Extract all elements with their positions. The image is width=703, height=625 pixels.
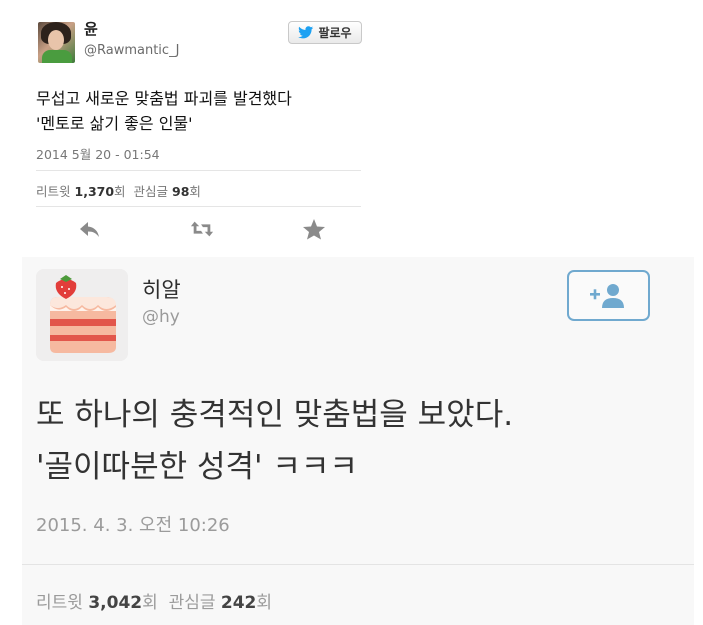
avatar[interactable] [36,269,128,361]
add-user-icon [589,283,624,308]
reply-icon[interactable] [78,218,102,240]
display-name[interactable]: 히알 [142,274,181,304]
tweet-card-top: 윤 @Rawmantic_J 팔로우 무섭고 새로운 맞춤법 파괴를 발견했다 … [24,0,369,256]
tweet-text: 또 하나의 충격적인 맞춤법을 보았다. '골이따분한 성격' ㅋㅋㅋ [36,389,513,493]
divider [36,206,361,207]
favorite-unit: 회 [256,593,273,613]
retweet-unit: 회 [142,593,158,613]
user-handle[interactable]: @Rawmantic_J [84,43,179,58]
retweet-label: 리트윗 [36,593,83,613]
tweet-stats: 리트윗 1,370회 관심글 98회 [36,181,201,200]
tweet-card-bottom: 히알 @hy 또 하나의 충격적인 맞춤법을 보았다. '골이따분한 성격' ㅋ… [22,257,694,625]
retweet-count[interactable]: 1,370 [75,184,115,199]
twitter-bird-icon [298,26,314,39]
divider [36,170,361,171]
tweet-text-line: '골이따분한 성격' ㅋㅋㅋ [36,449,358,485]
tweet-text-line: '멘토로 삶기 좋은 인물' [36,114,193,133]
follow-label: 팔로우 [318,26,352,40]
tweet-text-line: 무섭고 새로운 맞춤법 파괴를 발견했다 [36,89,292,108]
tweet-text-line: 또 하나의 충격적인 맞춤법을 보았다. [36,397,514,433]
tweet-stats: 리트윗 3,042회 관심글 242회 [36,588,272,613]
favorite-count[interactable]: 242 [221,593,257,613]
divider [22,564,694,565]
favorite-label: 관심글 [168,593,216,613]
star-icon[interactable] [302,218,326,240]
tweet-actions [36,214,356,244]
timestamp[interactable]: 2015. 4. 3. 오전 10:26 [36,511,230,537]
follow-button[interactable]: 팔로우 [288,21,362,44]
user-handle[interactable]: @hy [142,307,180,327]
retweet-label: 리트윗 [36,184,71,199]
favorite-count[interactable]: 98 [172,184,189,199]
timestamp[interactable]: 2014 5월 20 - 01:54 [36,144,160,163]
display-name[interactable]: 윤 [84,18,98,39]
cake-icon [36,269,128,361]
tweet-text: 무섭고 새로운 맞춤법 파괴를 발견했다 '멘토로 삶기 좋은 인물' [36,86,292,136]
favorite-label: 관심글 [133,184,169,199]
retweet-unit: 회 [114,184,126,199]
favorite-unit: 회 [189,184,201,199]
follow-button[interactable] [567,270,650,321]
avatar[interactable] [38,22,75,63]
retweet-icon[interactable] [190,218,214,240]
retweet-count[interactable]: 3,042 [88,593,142,613]
